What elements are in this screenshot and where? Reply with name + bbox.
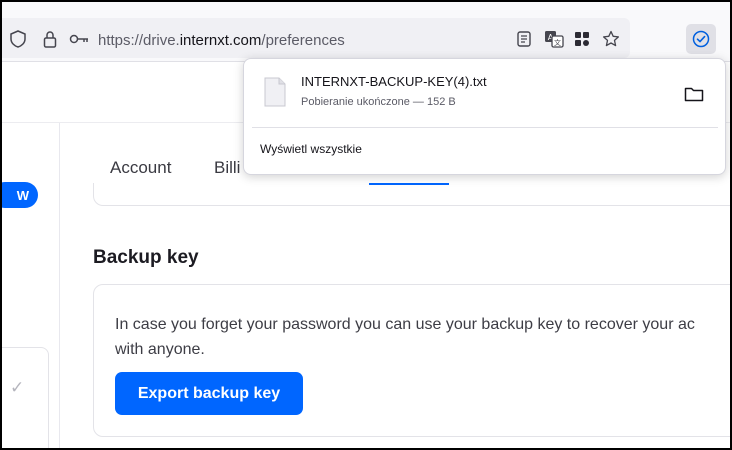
downloads-icon <box>692 30 710 48</box>
download-status: Pobieranie ukończone — 152 B <box>301 96 456 108</box>
backup-desc-line1: In case you forget your password you can… <box>115 316 695 333</box>
downloads-panel: INTERNXT-BACKUP-KEY(4).txt Pobieranie uk… <box>243 58 726 175</box>
tab-billing[interactable]: Billi <box>214 158 240 178</box>
browser-window: https://drive.internxt.com/preferences A… <box>0 0 732 450</box>
url-domain: internxt.com <box>179 32 262 49</box>
backup-key-title: Backup key <box>93 247 199 268</box>
browser-toolbar: https://drive.internxt.com/preferences A… <box>2 2 730 62</box>
lock-icon[interactable] <box>40 28 60 50</box>
url-prefix: https://drive. <box>98 32 180 49</box>
downloads-button[interactable] <box>686 24 716 54</box>
previous-section-card <box>93 183 730 206</box>
sidebar-card <box>2 347 49 448</box>
translate-icon[interactable]: A文 <box>543 29 565 49</box>
sidebar-divider <box>59 123 60 448</box>
check-icon: ✓ <box>10 378 25 397</box>
svg-text:文: 文 <box>554 38 561 47</box>
file-icon <box>264 77 286 107</box>
bookmark-star-icon[interactable] <box>600 28 622 50</box>
url-text[interactable]: https://drive.internxt.com/preferences <box>98 32 345 49</box>
folder-icon[interactable] <box>684 86 704 102</box>
download-filename[interactable]: INTERNXT-BACKUP-KEY(4).txt <box>301 74 487 89</box>
backup-desc-line2: with anyone. <box>115 341 205 358</box>
url-path: /preferences <box>261 32 345 49</box>
show-all-downloads-link[interactable]: Wyświetl wszystkie <box>260 142 362 156</box>
tab-account[interactable]: Account <box>110 158 171 178</box>
backup-key-description: In case you forget your password you can… <box>115 312 730 362</box>
export-backup-key-button[interactable]: Export backup key <box>115 372 303 415</box>
sidebar-new-badge: W <box>2 182 38 208</box>
key-icon[interactable] <box>68 30 90 48</box>
shield-icon[interactable] <box>8 29 28 49</box>
reader-view-icon[interactable] <box>514 29 534 49</box>
extensions-icon[interactable] <box>572 29 592 49</box>
downloads-separator <box>252 127 718 128</box>
